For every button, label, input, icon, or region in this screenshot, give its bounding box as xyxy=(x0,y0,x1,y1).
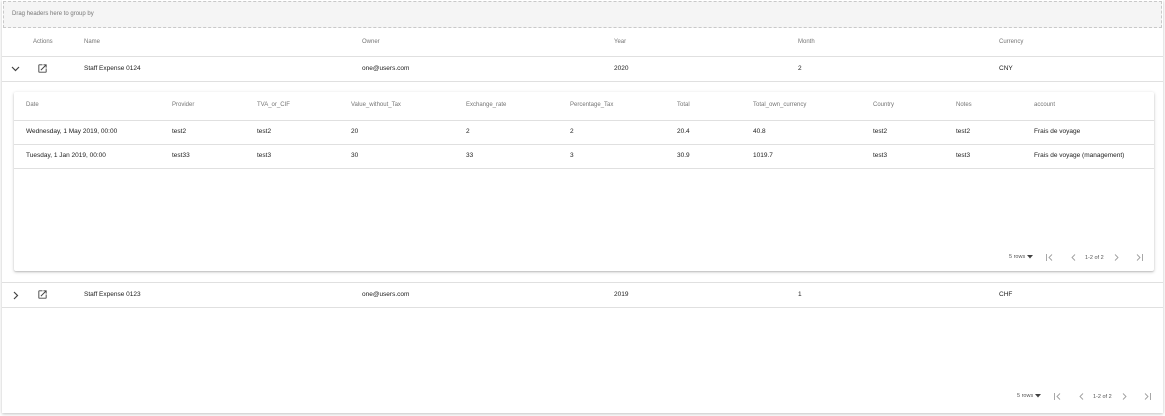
detail-header-account[interactable]: account xyxy=(1034,102,1055,108)
rows-per-page-label: 5 rows xyxy=(1017,393,1034,399)
detail-total-own: 40.8 xyxy=(753,128,766,135)
detail-total: 20.4 xyxy=(677,128,690,135)
header-year[interactable]: Year xyxy=(614,39,626,45)
detail-header-country[interactable]: Country xyxy=(873,102,894,108)
row-month: 1 xyxy=(798,291,802,298)
header-name[interactable]: Name xyxy=(84,39,100,45)
open-in-new-icon[interactable] xyxy=(36,62,49,75)
chevron-left-icon[interactable] xyxy=(1077,392,1086,401)
detail-pct-tax: 2 xyxy=(570,128,574,135)
detail-header-exchange[interactable]: Exchange_rate xyxy=(466,102,506,108)
detail-pct-tax: 3 xyxy=(570,152,574,159)
first-page-icon[interactable] xyxy=(1045,253,1054,262)
detail-account: Frais de voyage xyxy=(1034,128,1081,135)
detail-exchange: 33 xyxy=(466,152,474,159)
first-page-icon[interactable] xyxy=(1053,392,1062,401)
rows-per-page-select[interactable]: 5 rows xyxy=(1009,254,1034,260)
chevron-right-icon[interactable] xyxy=(1112,253,1121,262)
header-owner[interactable]: Owner xyxy=(362,39,380,45)
row-currency: CHF xyxy=(999,291,1013,298)
header-actions: Actions xyxy=(33,39,53,45)
detail-notes: test2 xyxy=(956,128,971,135)
rows-per-page-label: 5 rows xyxy=(1009,254,1026,260)
detail-header-total[interactable]: Total xyxy=(677,102,690,108)
divider xyxy=(14,144,1154,145)
detail-provider: test2 xyxy=(172,128,187,135)
divider xyxy=(14,168,1154,169)
divider xyxy=(2,56,1163,57)
arrow-drop-down-icon xyxy=(1027,255,1034,259)
detail-total-own: 1019.7 xyxy=(753,152,773,159)
page-range: 1-2 of 2 xyxy=(1085,255,1104,261)
rows-per-page-select[interactable]: 5 rows xyxy=(1017,393,1042,399)
detail-header-value[interactable]: Value_without_Tax xyxy=(351,102,401,108)
chevron-down-icon[interactable] xyxy=(9,63,21,75)
group-by-drop-zone[interactable]: Drag headers here to group by xyxy=(3,1,1162,28)
detail-notes: test3 xyxy=(956,152,971,159)
detail-total: 30.9 xyxy=(677,152,690,159)
detail-header-total-own[interactable]: Total_own_currency xyxy=(753,102,806,108)
detail-header-provider[interactable]: Provider xyxy=(172,102,194,108)
detail-exchange: 2 xyxy=(466,128,470,135)
page-range: 1-2 of 2 xyxy=(1093,394,1112,400)
detail-country: test2 xyxy=(873,128,888,135)
row-owner: one@users.com xyxy=(362,65,410,72)
detail-provider: test33 xyxy=(172,152,190,159)
detail-date: Tuesday, 1 Jan 2019, 00:00 xyxy=(26,152,106,159)
row-month: 2 xyxy=(798,65,802,72)
expense-table-panel: Drag headers here to group by Actions Na… xyxy=(2,0,1163,413)
row-owner: one@users.com xyxy=(362,291,410,298)
detail-header-date[interactable]: Date xyxy=(26,102,39,108)
divider xyxy=(14,120,1154,121)
detail-header-pct-tax[interactable]: Percentage_Tax xyxy=(570,102,613,108)
divider xyxy=(2,81,1163,82)
detail-value: 20 xyxy=(351,128,359,135)
last-page-icon[interactable] xyxy=(1143,392,1152,401)
open-in-new-icon[interactable] xyxy=(36,288,49,301)
detail-country: test3 xyxy=(873,152,888,159)
detail-value: 30 xyxy=(351,152,359,159)
divider xyxy=(2,282,1163,283)
header-month[interactable]: Month xyxy=(798,39,815,45)
row-currency: CNY xyxy=(999,65,1013,72)
header-currency[interactable]: Currency xyxy=(999,39,1023,45)
row-year: 2019 xyxy=(614,291,629,298)
last-page-icon[interactable] xyxy=(1135,253,1144,262)
divider xyxy=(2,307,1163,308)
row-year: 2020 xyxy=(614,65,629,72)
detail-tva: test3 xyxy=(257,152,272,159)
detail-header-notes[interactable]: Notes xyxy=(956,102,972,108)
chevron-right-icon[interactable] xyxy=(10,289,22,301)
detail-panel: Date Provider TVA_or_CIF Value_without_T… xyxy=(14,92,1154,271)
detail-date: Wednesday, 1 May 2019, 00:00 xyxy=(26,128,118,135)
chevron-right-icon[interactable] xyxy=(1120,392,1129,401)
group-by-hint: Drag headers here to group by xyxy=(12,11,94,17)
chevron-left-icon[interactable] xyxy=(1069,253,1078,262)
detail-tva: test2 xyxy=(257,128,272,135)
arrow-drop-down-icon xyxy=(1035,394,1042,398)
row-name: Staff Expense 0123 xyxy=(84,291,141,298)
detail-header-tva[interactable]: TVA_or_CIF xyxy=(257,102,290,108)
row-name: Staff Expense 0124 xyxy=(84,65,141,72)
detail-account: Frais de voyage (management) xyxy=(1034,152,1125,159)
